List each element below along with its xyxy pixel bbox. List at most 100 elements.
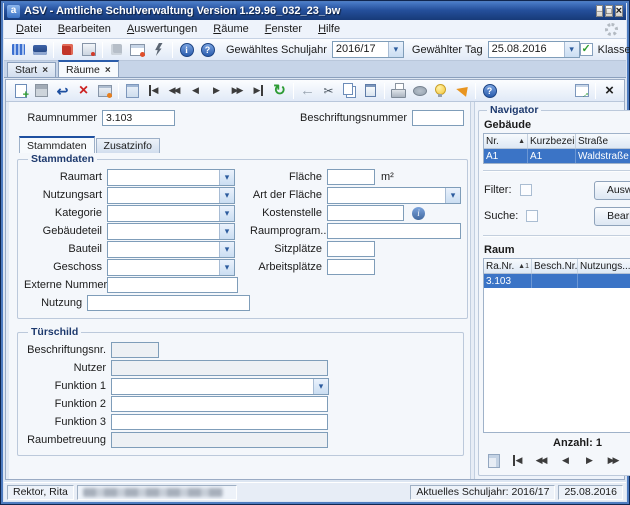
nav-next-fast-icon[interactable] bbox=[603, 451, 624, 470]
filter-checkbox[interactable] bbox=[520, 184, 532, 196]
delete-record-icon[interactable] bbox=[73, 81, 94, 100]
edit-record-icon[interactable] bbox=[94, 81, 115, 100]
chevron-down-icon[interactable] bbox=[219, 188, 234, 203]
minimize-button[interactable] bbox=[596, 5, 603, 17]
chevron-down-icon[interactable] bbox=[219, 260, 234, 275]
column-header[interactable]: Nr.▲ bbox=[484, 134, 528, 148]
sitzplaetze-field[interactable] bbox=[327, 241, 375, 257]
bearbeiten-button[interactable]: Bearbeiten bbox=[594, 207, 630, 226]
gebaeudeteil-combo[interactable] bbox=[107, 223, 235, 240]
nav-next-fast-icon[interactable] bbox=[227, 81, 248, 100]
close-pane-icon[interactable] bbox=[599, 81, 620, 100]
nav-prev-fast-icon[interactable] bbox=[531, 451, 552, 470]
geschoss-combo[interactable] bbox=[107, 259, 235, 276]
cut-icon[interactable] bbox=[318, 81, 339, 100]
column-header[interactable]: Straße bbox=[576, 134, 630, 148]
help-icon[interactable] bbox=[197, 40, 218, 59]
auswaehlen-button[interactable]: Auswählen bbox=[594, 181, 630, 200]
raumprogramm-field[interactable] bbox=[327, 223, 461, 239]
refresh-icon[interactable] bbox=[269, 81, 290, 100]
funktion-2-field[interactable] bbox=[111, 396, 328, 412]
keyboard-icon[interactable] bbox=[29, 40, 50, 59]
nav-first-icon[interactable] bbox=[143, 81, 164, 100]
menu-auswertungen[interactable]: Auswertungen bbox=[119, 21, 205, 37]
arbeitsplaetze-field[interactable] bbox=[327, 259, 375, 275]
raumbetreuung-field[interactable] bbox=[111, 432, 328, 448]
copy-icon[interactable] bbox=[339, 81, 360, 100]
funktion-1-combo[interactable] bbox=[111, 378, 329, 395]
detach-icon[interactable] bbox=[571, 81, 592, 100]
back-icon[interactable] bbox=[297, 81, 318, 100]
column-header[interactable]: Nutzungs... bbox=[578, 259, 630, 273]
menu-hilfe[interactable]: Hilfe bbox=[310, 21, 348, 37]
statistics-icon[interactable] bbox=[78, 40, 99, 59]
filter-horn-icon[interactable] bbox=[451, 81, 472, 100]
subtab-stammdaten[interactable]: Stammdaten bbox=[19, 136, 95, 153]
close-button[interactable] bbox=[615, 5, 623, 17]
nav-last-icon[interactable] bbox=[248, 81, 269, 100]
report-icon[interactable] bbox=[57, 40, 78, 59]
modules-icon[interactable] bbox=[8, 40, 29, 59]
raumart-combo[interactable] bbox=[107, 169, 235, 186]
nav-next-icon[interactable] bbox=[206, 81, 227, 100]
nav-prev-icon[interactable] bbox=[555, 451, 576, 470]
funktion-3-field[interactable] bbox=[111, 414, 328, 430]
tab-r-ume[interactable]: Räume bbox=[58, 60, 119, 77]
chevron-down-icon[interactable] bbox=[219, 170, 234, 185]
nutzer-field[interactable] bbox=[111, 360, 328, 376]
column-header[interactable]: Besch.Nr. bbox=[532, 259, 578, 273]
klasse-beibehalten-checkbox[interactable] bbox=[580, 43, 593, 56]
chevron-down-icon[interactable] bbox=[388, 42, 403, 57]
close-tab-icon[interactable] bbox=[42, 64, 48, 76]
nav-first-icon[interactable] bbox=[507, 451, 528, 470]
print-icon[interactable] bbox=[388, 81, 409, 100]
flaeche-field[interactable] bbox=[327, 169, 375, 185]
column-header[interactable]: Kurzbezei... bbox=[528, 134, 576, 148]
window-alert-icon[interactable] bbox=[127, 40, 148, 59]
nutzungsart-combo[interactable] bbox=[107, 187, 235, 204]
help-icon[interactable] bbox=[479, 81, 500, 100]
gear-icon[interactable] bbox=[601, 20, 622, 39]
nav-prev-fast-icon[interactable] bbox=[164, 81, 185, 100]
schuljahr-combo[interactable]: 2016/17 bbox=[332, 41, 404, 58]
suche-checkbox[interactable] bbox=[526, 210, 538, 222]
close-tab-icon[interactable] bbox=[105, 64, 111, 76]
subtab-zusatzinfo[interactable]: Zusatzinfo bbox=[96, 138, 160, 153]
paste-icon[interactable] bbox=[360, 81, 381, 100]
beschriftungsnr-field[interactable] bbox=[111, 342, 159, 358]
table-row[interactable]: 3.103 bbox=[484, 274, 630, 288]
menu-datei[interactable]: Datei bbox=[8, 21, 50, 37]
menu-bearbeiten[interactable]: Bearbeiten bbox=[50, 21, 119, 37]
new-record-icon[interactable] bbox=[10, 81, 31, 100]
title-bar[interactable]: a ASV - Amtliche Schulverwaltung Version… bbox=[4, 2, 626, 20]
chevron-down-icon[interactable] bbox=[445, 188, 460, 203]
chevron-down-icon[interactable] bbox=[219, 242, 234, 257]
bauteil-combo[interactable] bbox=[107, 241, 235, 258]
column-header[interactable]: Ra.Nr.▲1 bbox=[484, 259, 532, 273]
chevron-down-icon[interactable] bbox=[564, 42, 579, 57]
lightning-icon[interactable] bbox=[148, 40, 169, 59]
kostenstelle-field[interactable] bbox=[327, 205, 404, 221]
externe-nummer-field[interactable] bbox=[107, 277, 238, 293]
beschriftungsnummer-field[interactable] bbox=[412, 110, 464, 126]
raumnummer-field[interactable]: 3.103 bbox=[102, 110, 175, 126]
hint-icon[interactable] bbox=[430, 81, 451, 100]
art-der-flaeche-combo[interactable] bbox=[327, 187, 461, 204]
nav-prev-icon[interactable] bbox=[185, 81, 206, 100]
record-icon[interactable] bbox=[409, 81, 430, 100]
undo-icon[interactable] bbox=[52, 81, 73, 100]
nutzung-field[interactable] bbox=[87, 295, 250, 311]
chevron-down-icon[interactable] bbox=[219, 206, 234, 221]
chevron-down-icon[interactable] bbox=[313, 379, 328, 394]
plugin-icon[interactable] bbox=[106, 40, 127, 59]
chevron-down-icon[interactable] bbox=[219, 224, 234, 239]
info-icon[interactable]: i bbox=[412, 207, 425, 220]
tag-combo[interactable]: 25.08.2016 bbox=[488, 41, 580, 58]
nav-next-icon[interactable] bbox=[579, 451, 600, 470]
menu-fenster[interactable]: Fenster bbox=[257, 21, 310, 37]
menu-r-ume[interactable]: Räume bbox=[205, 21, 256, 37]
tab-start[interactable]: Start bbox=[7, 62, 56, 77]
form-view-icon[interactable] bbox=[122, 81, 143, 100]
maximize-button[interactable] bbox=[605, 5, 612, 17]
page-icon[interactable] bbox=[483, 451, 504, 470]
